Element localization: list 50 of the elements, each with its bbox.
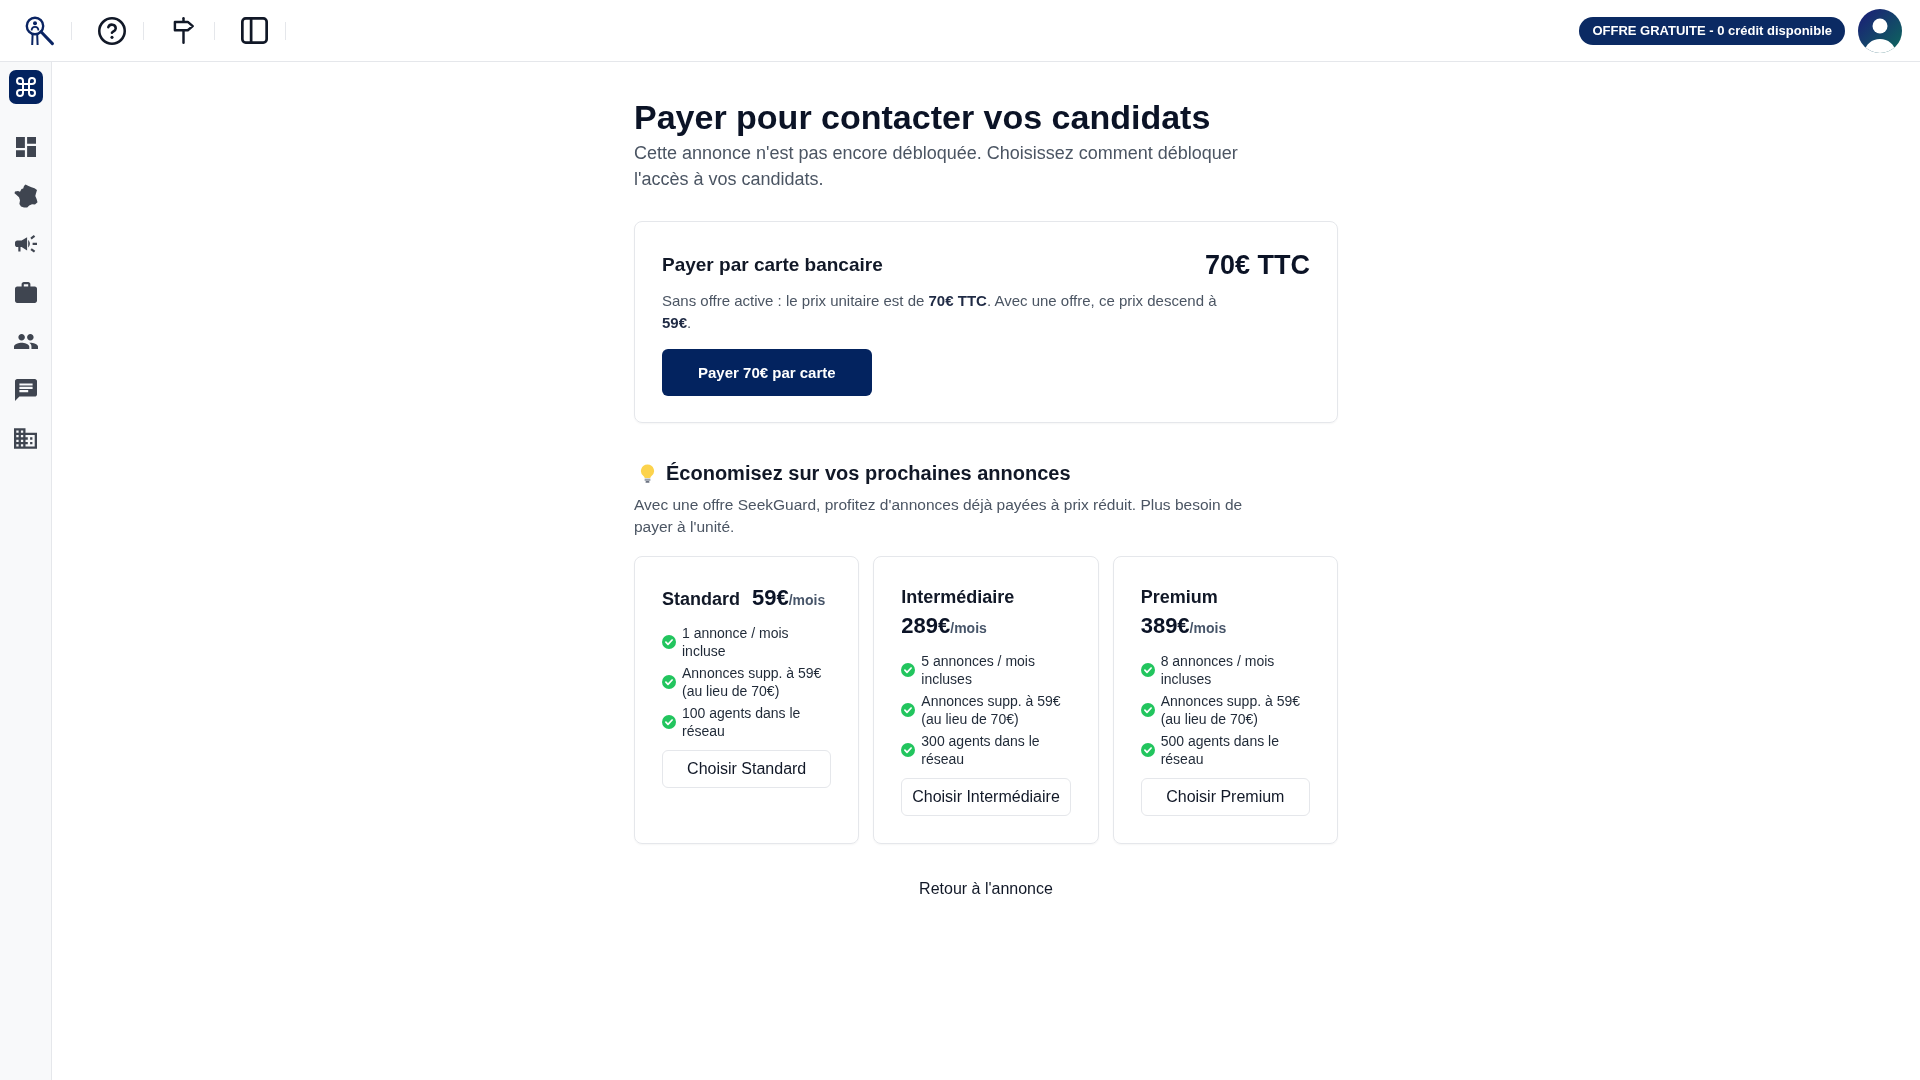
feature-text: 100 agents dans le réseau (682, 704, 802, 740)
people-icon[interactable] (13, 333, 38, 349)
briefcase-icon[interactable] (14, 282, 37, 304)
avatar-icon[interactable] (1858, 8, 1902, 53)
command-icon[interactable] (8, 70, 43, 104)
choose-plan-button[interactable]: Choisir Standard (662, 750, 832, 788)
page-subtitle: Cette annonce n'est pas encore débloquée. Choisissez comment débloquer l'accès à vos candidats. (634, 142, 1239, 191)
feature-text: Annonces supp. à 59€ (au lieu de 70€) (682, 664, 823, 700)
offers-title: Économisez sur vos prochaines annonces (666, 461, 1071, 486)
building-icon[interactable] (14, 427, 37, 449)
feature-text: 5 annonces / mois incluses (921, 652, 1036, 688)
feature-text: 8 annonces / mois incluses (1160, 652, 1276, 688)
payment-description: Sans offre active : le prix unitaire est de 70€ TTC. Avec une offre, ce prix descend à 59€. (662, 291, 1218, 333)
france-map-icon[interactable] (13, 183, 38, 208)
plan-name: Standard (662, 588, 740, 611)
feature-text: Annonces supp. à 59€ (au lieu de 70€) (1160, 692, 1301, 728)
feature-text: 500 agents dans le réseau (1160, 732, 1280, 768)
check-icon (901, 703, 916, 717)
payment-title: Payer par carte bancaire (662, 253, 883, 277)
lightbulb-icon (640, 463, 655, 483)
check-icon (901, 743, 916, 757)
plan-badge: OFFRE GRATUITE - 0 crédit disponible (1579, 16, 1845, 45)
plan-price: 389€/mois (1140, 612, 1227, 640)
feature-text: 1 annonce / mois incluse (682, 624, 790, 660)
check-icon (662, 675, 676, 689)
plan-name: Premium (1140, 586, 1218, 609)
panel-toggle-icon[interactable] (241, 17, 268, 44)
pay-button[interactable]: Payer 70€ par carte (662, 349, 872, 396)
check-icon (1140, 743, 1155, 757)
page-title: Payer pour contacter vos candidats (634, 97, 1212, 138)
choose-plan-button[interactable]: Choisir Premium (1140, 778, 1310, 816)
help-icon[interactable] (98, 16, 126, 45)
person-magnifier-icon[interactable] (24, 15, 54, 46)
dashboard-icon[interactable] (15, 137, 36, 158)
check-icon (1140, 703, 1155, 717)
check-icon (662, 715, 676, 729)
check-icon (901, 663, 916, 677)
offers-description: Avec une offre SeekGuard, profitez d'annonces déjà payées à prix réduit. Plus besoin de payer à l'unité. (634, 495, 1244, 537)
plan-price: 289€/mois (901, 612, 987, 640)
plan-price: 59€/mois (752, 584, 826, 612)
megaphone-icon[interactable] (14, 235, 37, 254)
plan-name: Intermédiaire (901, 586, 1015, 609)
feature-text: Annonces supp. à 59€ (au lieu de 70€) (921, 692, 1062, 728)
back-link[interactable]: Retour à l'annonce (919, 878, 1053, 900)
check-icon (1140, 663, 1155, 677)
chat-icon[interactable] (14, 378, 37, 401)
feature-text: 300 agents dans le réseau (921, 732, 1041, 768)
choose-plan-button[interactable]: Choisir Intermédiaire (901, 778, 1071, 816)
check-icon (662, 635, 676, 649)
payment-price: 70€ TTC (1204, 249, 1310, 282)
